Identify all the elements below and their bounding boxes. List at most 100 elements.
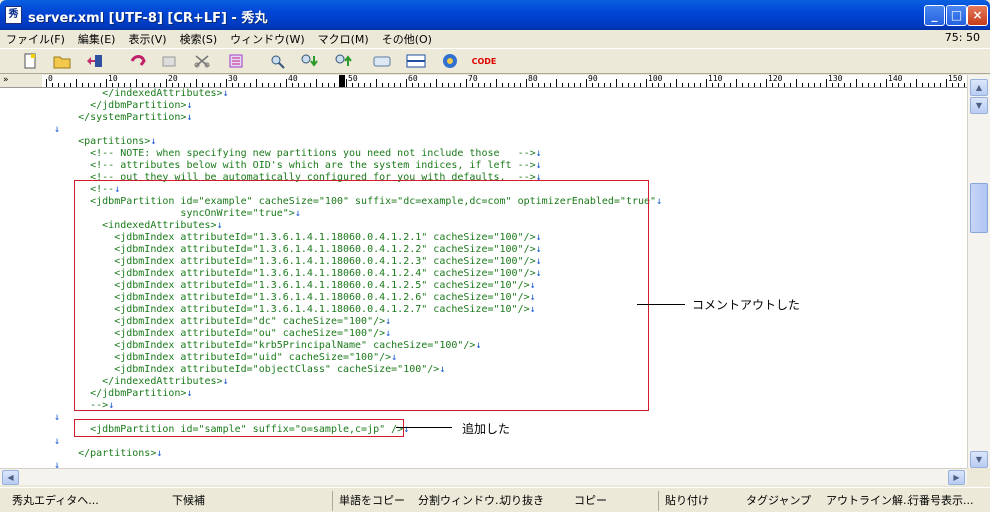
code-line[interactable]: 77 </partitions>↓ (0, 448, 967, 460)
ruler-label: 130 (828, 75, 843, 83)
ruler-tick (310, 83, 311, 87)
fkey-8[interactable]: タグジャンプ (740, 491, 811, 511)
ruler-tick (94, 83, 95, 87)
eol-marker-icon: ↓ (156, 448, 163, 459)
code-line[interactable]: 78↓ (0, 460, 967, 468)
split-up-arrow-icon[interactable]: ▲ (970, 79, 988, 96)
scroll-right-arrow-icon[interactable]: ▶ (948, 470, 965, 485)
horizontal-scrollbar[interactable]: ◀ ▶ (0, 468, 967, 485)
code-line[interactable]: 51 <partitions>↓ (0, 136, 967, 148)
code-line[interactable]: 53 <!-- attributes below with OID's whic… (0, 160, 967, 172)
vertical-scroll-thumb[interactable] (970, 183, 988, 233)
added-callout: 追加した (462, 422, 511, 436)
ruler-label: 150 (948, 75, 963, 83)
line-text: ↓ (54, 124, 60, 136)
fkey-7[interactable]: 貼り付け (658, 491, 709, 511)
save-icon[interactable] (84, 53, 104, 71)
ruler-tick (682, 83, 683, 87)
ruler-label: 80 (528, 75, 538, 83)
line-text: <!-- NOTE: when specifying new partition… (54, 148, 542, 160)
ruler-tick (154, 83, 155, 87)
ruler-tick (520, 83, 521, 87)
ruler-tick (514, 83, 515, 87)
ruler-tick (748, 83, 749, 87)
fkey-3[interactable]: 単語をコピー (332, 491, 405, 511)
ruler-tick (658, 83, 659, 87)
ruler-tick (736, 79, 737, 87)
close-button[interactable]: × (967, 5, 988, 26)
ruler-tick (226, 79, 227, 87)
cut-icon[interactable] (192, 53, 212, 71)
maximize-button[interactable]: □ (946, 5, 967, 26)
search-up-icon[interactable] (334, 53, 354, 71)
split-down-arrow-icon[interactable]: ▼ (970, 97, 988, 114)
ruler-tick (256, 79, 257, 87)
ruler-tick (670, 83, 671, 87)
search-down-icon[interactable] (300, 53, 320, 71)
menu-search[interactable]: 検索(S) (180, 31, 218, 47)
code-line[interactable]: 48 </jdbmPartition>↓ (0, 100, 967, 112)
code-line[interactable]: 49 </systemPartition>↓ (0, 112, 967, 124)
fkey-5[interactable]: 切り抜き (494, 491, 544, 511)
ruler-tick (142, 83, 143, 87)
menu-window[interactable]: ウィンドウ(W) (230, 31, 304, 47)
fkey-1[interactable]: 秀丸エディタヘ... (6, 491, 99, 511)
ruler-tick (784, 83, 785, 87)
ruler-label: 90 (588, 75, 598, 83)
line-code: </partitions> (54, 448, 157, 459)
cursor-position: 75: 50 (944, 31, 980, 44)
ruler-tick (382, 83, 383, 87)
vertical-scrollbar[interactable]: ▲ ▼ ▼ (967, 75, 990, 468)
fkey-2[interactable]: 下候補 (166, 491, 205, 511)
menu-file[interactable]: ファイル(F) (6, 31, 65, 47)
code-icon[interactable]: CODE (470, 53, 498, 71)
ruler-tick (562, 83, 563, 87)
menu-edit[interactable]: 編集(E) (78, 31, 116, 47)
ruler-tick (250, 83, 251, 87)
code-line[interactable]: 76↓ (0, 436, 967, 448)
code-line[interactable]: 52 <!-- NOTE: when specifying new partit… (0, 148, 967, 160)
ruler-tick (760, 83, 761, 87)
eol-marker-icon: ↓ (403, 424, 410, 435)
ruler-tick (916, 79, 917, 87)
ruler-tick (184, 83, 185, 87)
menu-view[interactable]: 表示(V) (128, 31, 166, 47)
code-line[interactable]: 50↓ (0, 124, 967, 136)
ruler-tick (700, 83, 701, 87)
open-folder-icon[interactable] (52, 53, 72, 71)
fkey-4[interactable]: 分割ウィンドウ... (412, 491, 506, 511)
ruler-tick (262, 83, 263, 87)
ruler-tick (610, 83, 611, 87)
fkey-10[interactable]: 行番号表示... (902, 491, 974, 511)
scroll-down-arrow-icon[interactable]: ▼ (970, 451, 988, 468)
hidemaru-app-icon[interactable]: 秀 (5, 6, 22, 24)
commented-out-highlight-box (74, 180, 649, 411)
replace-icon[interactable] (372, 53, 392, 71)
menu-macro[interactable]: マクロ(M) (318, 31, 369, 47)
new-file-icon[interactable] (20, 53, 40, 71)
ruler-tick (676, 79, 677, 87)
split-window-icon[interactable] (406, 53, 426, 71)
fkey-9[interactable]: アウトライン解... (820, 491, 914, 511)
fkey-6[interactable]: コピー (568, 491, 607, 511)
ruler-tick (88, 83, 89, 87)
text-editor[interactable]: 78↓77 </partitions>↓76↓75 <jdbmPartition… (0, 88, 967, 468)
ruler-tick (958, 83, 959, 87)
ruler-tick (304, 83, 305, 87)
search-icon[interactable] (268, 53, 288, 71)
ruler-tick (268, 83, 269, 87)
minimize-button[interactable]: _ (924, 5, 945, 26)
line-text: <!-- attributes below with OID's which a… (54, 160, 542, 172)
undo-icon[interactable] (128, 53, 148, 71)
help-icon[interactable] (440, 53, 460, 71)
ruler-tick (418, 83, 419, 87)
ruler-tick (436, 79, 437, 87)
copy-icon[interactable] (160, 53, 180, 71)
menu-other[interactable]: その他(O) (382, 31, 432, 47)
line-code: <!-- NOTE: when specifying new partition… (54, 148, 536, 159)
paste-icon[interactable] (226, 53, 246, 71)
code-line[interactable]: 47 </indexedAttributes>↓ (0, 88, 967, 100)
scroll-left-arrow-icon[interactable]: ◀ (2, 470, 19, 485)
ruler-tick (820, 83, 821, 87)
title-bar[interactable]: 秀 server.xml [UTF-8] [CR+LF] - 秀丸 _ □ × (0, 0, 990, 30)
